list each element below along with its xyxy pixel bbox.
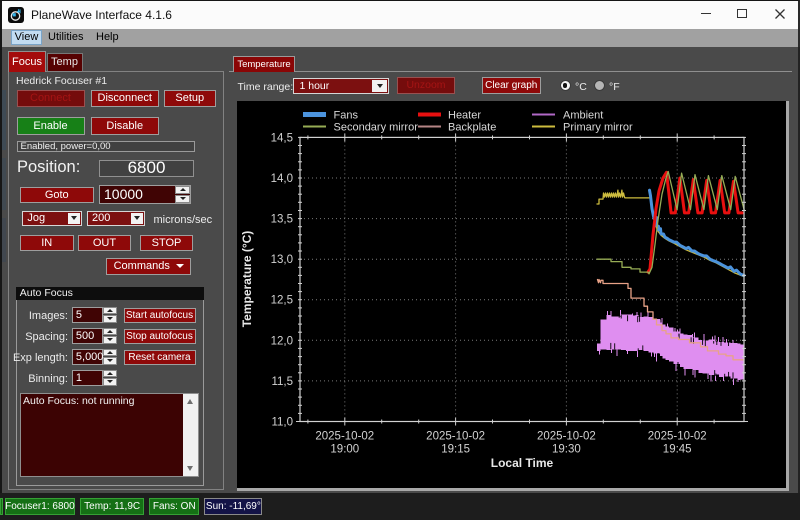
svg-text:Heater: Heater [448,110,481,122]
svg-text:13,5: 13,5 [271,214,293,226]
svg-text:11,0: 11,0 [271,417,293,429]
svg-text:2025-10-02: 2025-10-02 [315,431,374,443]
svg-text:Backplate: Backplate [448,122,496,134]
svg-text:12,5: 12,5 [271,295,293,307]
svg-text:2025-10-02: 2025-10-02 [426,431,485,443]
svg-text:Secondary mirror: Secondary mirror [334,122,419,134]
svg-text:2025-10-02: 2025-10-02 [648,431,707,443]
svg-text:Primary mirror: Primary mirror [563,122,633,134]
svg-text:19:30: 19:30 [552,444,581,456]
svg-text:19:00: 19:00 [330,444,359,456]
svg-text:Ambient: Ambient [563,110,603,122]
svg-text:Fans: Fans [334,110,359,122]
svg-text:Local Time: Local Time [491,456,554,470]
svg-text:Temperature (°C): Temperature (°C) [240,231,254,328]
svg-text:13,0: 13,0 [271,254,293,266]
svg-text:14,0: 14,0 [271,173,293,185]
svg-text:14,5: 14,5 [271,132,293,144]
svg-text:11,5: 11,5 [271,376,293,388]
svg-text:12,0: 12,0 [271,335,293,347]
svg-text:2025-10-02: 2025-10-02 [537,431,596,443]
svg-text:19:45: 19:45 [663,444,692,456]
svg-text:19:15: 19:15 [441,444,470,456]
